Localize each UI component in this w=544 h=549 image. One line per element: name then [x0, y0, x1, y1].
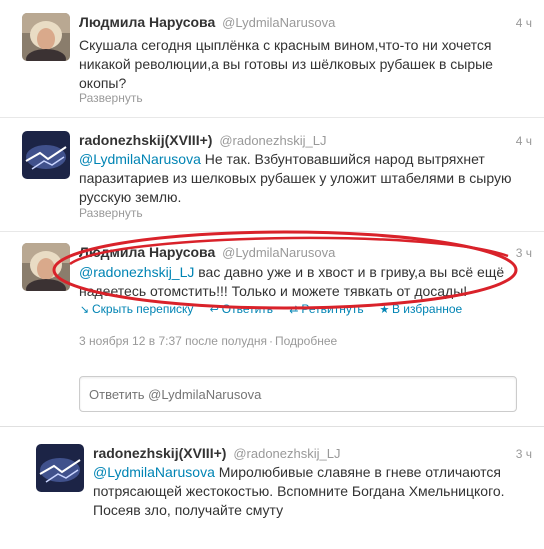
username[interactable]: @LydmilaNarusova: [222, 15, 335, 30]
tweet-header: Людмила Нарусова @LydmilaNarusova: [79, 244, 335, 260]
tweet-3-expanded[interactable]: Людмила Нарусова @LydmilaNarusova 3 ч @r…: [0, 232, 544, 427]
fullname[interactable]: radonezhskij(XVIII+): [93, 445, 226, 461]
timestamp[interactable]: 3 ч: [516, 447, 532, 461]
tweet-4[interactable]: radonezhskij(XVIII+) @radonezhskij_LJ 3 …: [0, 432, 544, 549]
reply-arrow-icon: ↩: [209, 304, 219, 316]
tweet-text-body: Скушала сегодня цыплёнка с красным вином…: [79, 37, 493, 91]
tweet-1[interactable]: Людмила Нарусова @LydmilaNarusova 4 ч Ск…: [0, 0, 544, 118]
tweet-text: @LydmilaNarusova Миролюбивые славяне в г…: [93, 463, 513, 520]
avatar-lightning-icon: [36, 444, 84, 492]
timestamp[interactable]: 4 ч: [516, 16, 532, 30]
mention-link[interactable]: @LydmilaNarusova: [93, 464, 215, 480]
tweet-header: Людмила Нарусова @LydmilaNarusova: [79, 14, 335, 30]
retweet-label: Ретвитнуть: [301, 302, 364, 316]
hide-conversation-label: Скрыть переписку: [92, 302, 194, 316]
avatar-narusova[interactable]: [22, 13, 70, 61]
username[interactable]: @radonezhskij_LJ: [233, 446, 340, 461]
reply-input[interactable]: [80, 377, 516, 411]
avatar-radonezhskij[interactable]: [22, 131, 70, 179]
details-link[interactable]: Подробнее: [275, 334, 337, 348]
avatar-photo-icon: [22, 13, 70, 61]
timestamp[interactable]: 3 ч: [516, 246, 532, 260]
reply-label: Ответить: [221, 302, 274, 316]
star-icon: ★: [379, 304, 390, 316]
favorite-label: В избранное: [391, 302, 463, 316]
tweet-header: radonezhskij(XVIII+) @radonezhskij_LJ: [79, 132, 326, 148]
reply-button[interactable]: ↩ Ответить: [209, 302, 273, 316]
retweet-button[interactable]: ⇄ Ретвитнуть: [288, 302, 363, 316]
tweet-meta: 3 ноября 12 в 7:37 после полудня · Подробн…: [79, 334, 337, 348]
tweet-text: Скушала сегодня цыплёнка с красным вином…: [79, 36, 519, 93]
retweet-icon: ⇄: [289, 304, 299, 316]
username[interactable]: @LydmilaNarusova: [222, 245, 335, 260]
avatar-lightning-icon: [22, 131, 70, 179]
hide-conversation-icon: ↘: [79, 304, 90, 316]
mention-link[interactable]: @radonezhskij_LJ: [79, 264, 194, 280]
favorite-button[interactable]: ★ В избранное: [379, 302, 463, 316]
tweet-text: @radonezhskij_LJ вас давно уже и в хвост…: [79, 263, 509, 301]
tweet-actions: ↘ Скрыть переписку ↩ Ответить ⇄ Ретвитнуть …: [79, 302, 474, 316]
expand-link[interactable]: Развернуть: [79, 91, 143, 105]
tweet-date[interactable]: 3 ноября 12 в 7:37 после полудня: [79, 334, 267, 348]
expand-link[interactable]: Развернуть: [79, 206, 143, 220]
timestamp[interactable]: 4 ч: [516, 134, 532, 148]
meta-separator: ·: [268, 334, 273, 348]
avatar-narusova[interactable]: [22, 243, 70, 291]
tweet-2[interactable]: radonezhskij(XVIII+) @radonezhskij_LJ 4 …: [0, 118, 544, 232]
reply-box[interactable]: [79, 376, 517, 412]
fullname[interactable]: Людмила Нарусова: [79, 244, 215, 260]
fullname[interactable]: radonezhskij(XVIII+): [79, 132, 212, 148]
mention-link[interactable]: @LydmilaNarusova: [79, 151, 201, 167]
username[interactable]: @radonezhskij_LJ: [219, 133, 326, 148]
fullname[interactable]: Людмила Нарусова: [79, 14, 215, 30]
tweet-text: @LydmilaNarusova Не так. Взбунтовавшийся…: [79, 150, 519, 207]
avatar-photo-icon: [22, 243, 70, 291]
tweet-header: radonezhskij(XVIII+) @radonezhskij_LJ: [93, 445, 340, 461]
hide-conversation-button[interactable]: ↘ Скрыть переписку: [79, 302, 194, 316]
avatar-radonezhskij[interactable]: [36, 444, 84, 492]
